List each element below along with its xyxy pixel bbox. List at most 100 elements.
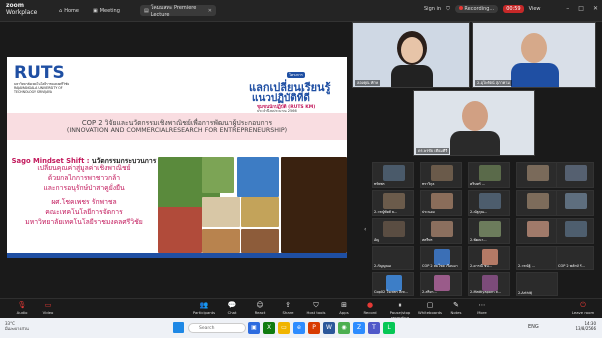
edge-icon[interactable]: e bbox=[293, 322, 305, 334]
mic-muted-icon: 🎙 bbox=[17, 301, 27, 309]
host-tools-button[interactable]: ⛉ Host tools bbox=[302, 301, 330, 315]
avatar bbox=[383, 221, 405, 237]
excel-icon[interactable]: X bbox=[263, 322, 275, 334]
avatar bbox=[479, 193, 501, 209]
more-button[interactable]: ⋯ More bbox=[468, 301, 496, 315]
speaker-video-1[interactable]: ลองคุณ ทักษ bbox=[352, 22, 470, 88]
participant-tile[interactable] bbox=[516, 218, 558, 244]
windows-start-icon[interactable] bbox=[173, 322, 184, 333]
apps-button[interactable]: ⊞ Apps bbox=[330, 301, 358, 315]
participant-name: 2-กัญญณอ bbox=[374, 264, 391, 268]
participant-tile[interactable]: ทรัพพร bbox=[372, 162, 414, 188]
record-label: Record bbox=[363, 310, 377, 315]
minimize-button[interactable]: – bbox=[566, 5, 569, 12]
video-button[interactable]: ▭ Video bbox=[34, 301, 62, 315]
recording-indicator[interactable]: Recording... bbox=[454, 5, 499, 13]
participant-name: COP 2 สมโชค เรือนมา bbox=[422, 264, 458, 268]
participant-name: 2-พัฒนา... bbox=[470, 238, 487, 242]
participants-button[interactable]: 👥 Participants bbox=[190, 301, 218, 315]
taskbar-search[interactable]: Search bbox=[188, 323, 246, 333]
video-label: Video bbox=[42, 310, 54, 315]
avatar bbox=[527, 165, 549, 181]
sign-in-link[interactable]: Sign in bbox=[424, 6, 441, 12]
weather-desc: มีเมฆบางส่วน bbox=[5, 326, 29, 331]
sago-trunk-photo bbox=[281, 157, 347, 253]
speaker-video-3[interactable]: ดร.พรชัย เทียมคีรี bbox=[413, 90, 535, 156]
line-icon[interactable]: L bbox=[383, 322, 395, 334]
sago-starch-photo bbox=[202, 197, 240, 227]
participant-tile[interactable]: 2-ณัฐกุณ... bbox=[468, 190, 510, 216]
participant-name: 2-วรณัฐ์ ... bbox=[518, 264, 535, 268]
file-explorer-icon[interactable]: ▭ bbox=[278, 322, 290, 334]
participant-name: 2-ณัฐกุณ... bbox=[470, 210, 488, 214]
video-off-icon: ▭ bbox=[44, 301, 52, 309]
chrome-icon[interactable]: ◉ bbox=[338, 322, 350, 334]
participant-tile[interactable]: ประนอม bbox=[420, 190, 462, 216]
close-tab-icon[interactable]: ✕ bbox=[208, 8, 212, 14]
participant-name: ประนอม bbox=[422, 210, 435, 214]
author-name: ผศ.โชคเพชร รักพาชล bbox=[51, 198, 117, 206]
weather-widget[interactable]: 33°C มีเมฆบางส่วน bbox=[5, 321, 29, 331]
participant-tile[interactable]: อัญ bbox=[372, 218, 414, 244]
participant-tile[interactable]: COP 2 พลักษ์ รั... bbox=[556, 246, 594, 270]
author-block: ผศ.โชคเพชร รักพาชล คณะเทคโนโลยีการจัดการ… bbox=[9, 197, 159, 227]
participant-tile[interactable]: 2-ArthitJ bbox=[516, 272, 558, 296]
participant-tile[interactable]: 2-กัญญณอ bbox=[372, 246, 414, 270]
more-icon: ⋯ bbox=[478, 301, 486, 309]
taskbar-clock[interactable]: 14:30 13/8/2566 bbox=[575, 321, 596, 331]
leave-room-button[interactable]: ⏻ Leave room bbox=[570, 301, 596, 315]
participant-tile[interactable]: 2-วรญ์ทัยส์ ธ... bbox=[372, 190, 414, 216]
participant-tile[interactable]: 2-สริยา... bbox=[420, 272, 462, 296]
whiteboards-button[interactable]: ▢ Whiteboards bbox=[416, 301, 444, 315]
audio-button[interactable]: 🎙 Audio bbox=[8, 301, 36, 315]
participant-tile[interactable] bbox=[556, 190, 594, 216]
language-indicator[interactable]: ENG bbox=[528, 324, 539, 330]
km-banner: โครงการ แลกเปลี่ยนเรียนรู้ แนวปฏิบัติที่… bbox=[227, 61, 342, 113]
tab-meeting[interactable]: ▣ Meeting bbox=[89, 5, 139, 16]
chat-button[interactable]: 💬 Chat bbox=[218, 301, 246, 315]
task-view-icon[interactable]: ▣ bbox=[248, 322, 260, 334]
participant-name: 2-Mattiyaporn ส... bbox=[470, 290, 502, 294]
slide-footer-bar bbox=[7, 253, 347, 258]
landscape-photo bbox=[237, 157, 279, 197]
participant-tile[interactable]: สตรีพร bbox=[420, 218, 462, 244]
participant-tile[interactable]: 2-วรณัฐ์ ... bbox=[516, 246, 558, 270]
chat-label: Chat bbox=[227, 310, 237, 315]
powerpoint-icon[interactable]: P bbox=[308, 322, 320, 334]
participant-tile[interactable] bbox=[556, 218, 594, 244]
maximize-button[interactable]: □ bbox=[578, 5, 584, 12]
avatar bbox=[431, 193, 453, 209]
participant-tile[interactable]: COP 2 สมโชค เรือนมา bbox=[420, 246, 462, 270]
teams-icon[interactable]: T bbox=[368, 322, 380, 334]
participant-tile[interactable]: 2-Mattiyaporn ส... bbox=[468, 272, 510, 296]
participant-name: COP 2 พลักษ์ รั... bbox=[558, 264, 585, 268]
participant-tile[interactable]: 2-พัฒนา... bbox=[468, 218, 510, 244]
speaker-video-2[interactable]: 2-อุไพรัตน์ สุภาคาม bbox=[472, 22, 596, 88]
view-button[interactable]: View bbox=[529, 6, 541, 12]
zoom-icon[interactable]: Z bbox=[353, 322, 365, 334]
shield-icon[interactable]: ⛉ bbox=[446, 6, 450, 12]
audio-label: Audio bbox=[16, 310, 28, 315]
word-icon[interactable]: W bbox=[323, 322, 335, 334]
participant-name: อัญ bbox=[374, 238, 380, 242]
close-button[interactable]: ✕ bbox=[593, 5, 598, 12]
notes-button[interactable]: ✎ Notes bbox=[442, 301, 470, 315]
participant-tile[interactable] bbox=[556, 162, 594, 188]
participant-tile[interactable]: ทราวิกุล bbox=[420, 162, 462, 188]
tab-document[interactable]: ▤ โคมมสทะ Premiere Lecture ✕ bbox=[140, 5, 216, 18]
sago-line-2: เปลี่ยนคุณค่าสู่มูลค่าเชิงพาณิชย์ bbox=[37, 164, 131, 172]
participant-tile[interactable]: 2-ดารณี ชน... bbox=[468, 246, 510, 270]
tab-home[interactable]: ⌂ Home bbox=[55, 5, 89, 16]
notes-label: Notes bbox=[450, 310, 462, 315]
participant-tile[interactable] bbox=[516, 190, 558, 216]
participant-tile[interactable]: Cop02 ใจเพชร ลีเท... bbox=[372, 272, 414, 296]
sago-lines: เปลี่ยนคุณค่าสู่มูลค่าเชิงพาณิชย์ ด้วยกล… bbox=[9, 163, 159, 193]
participant-tile[interactable]: ครินทร์ ... bbox=[468, 162, 510, 188]
react-button[interactable]: ☺ React bbox=[246, 301, 274, 315]
participant-tile[interactable] bbox=[516, 162, 558, 188]
cop-title-en: (INNOVATION AND COMMERCIALRESEARCH FOR E… bbox=[66, 127, 288, 134]
share-button[interactable]: ⇪ Share bbox=[274, 301, 302, 315]
record-button[interactable]: ● Record bbox=[356, 301, 384, 315]
gallery-prev-button[interactable]: ‹ bbox=[364, 226, 366, 233]
avatar bbox=[565, 221, 587, 237]
